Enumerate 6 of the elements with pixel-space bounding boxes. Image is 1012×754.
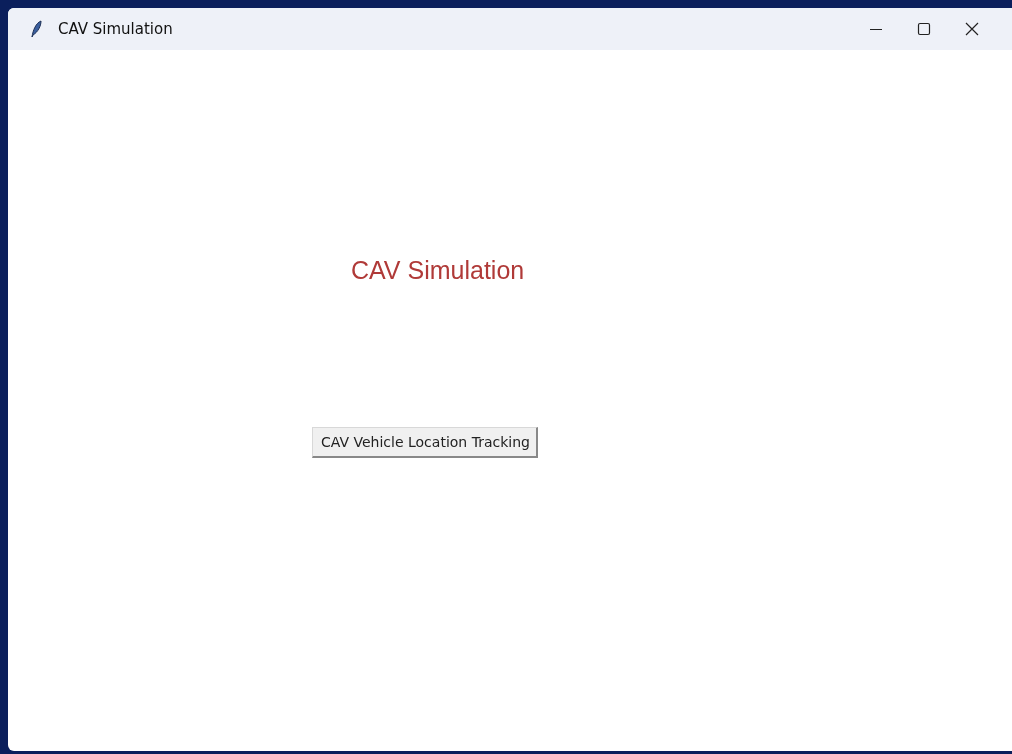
maximize-icon[interactable] <box>916 21 932 37</box>
feather-icon <box>30 20 42 38</box>
tracking-button[interactable]: CAV Vehicle Location Tracking <box>312 427 538 458</box>
window-title: CAV Simulation <box>58 20 173 38</box>
close-icon[interactable] <box>964 21 980 37</box>
app-heading: CAV Simulation <box>351 255 525 285</box>
